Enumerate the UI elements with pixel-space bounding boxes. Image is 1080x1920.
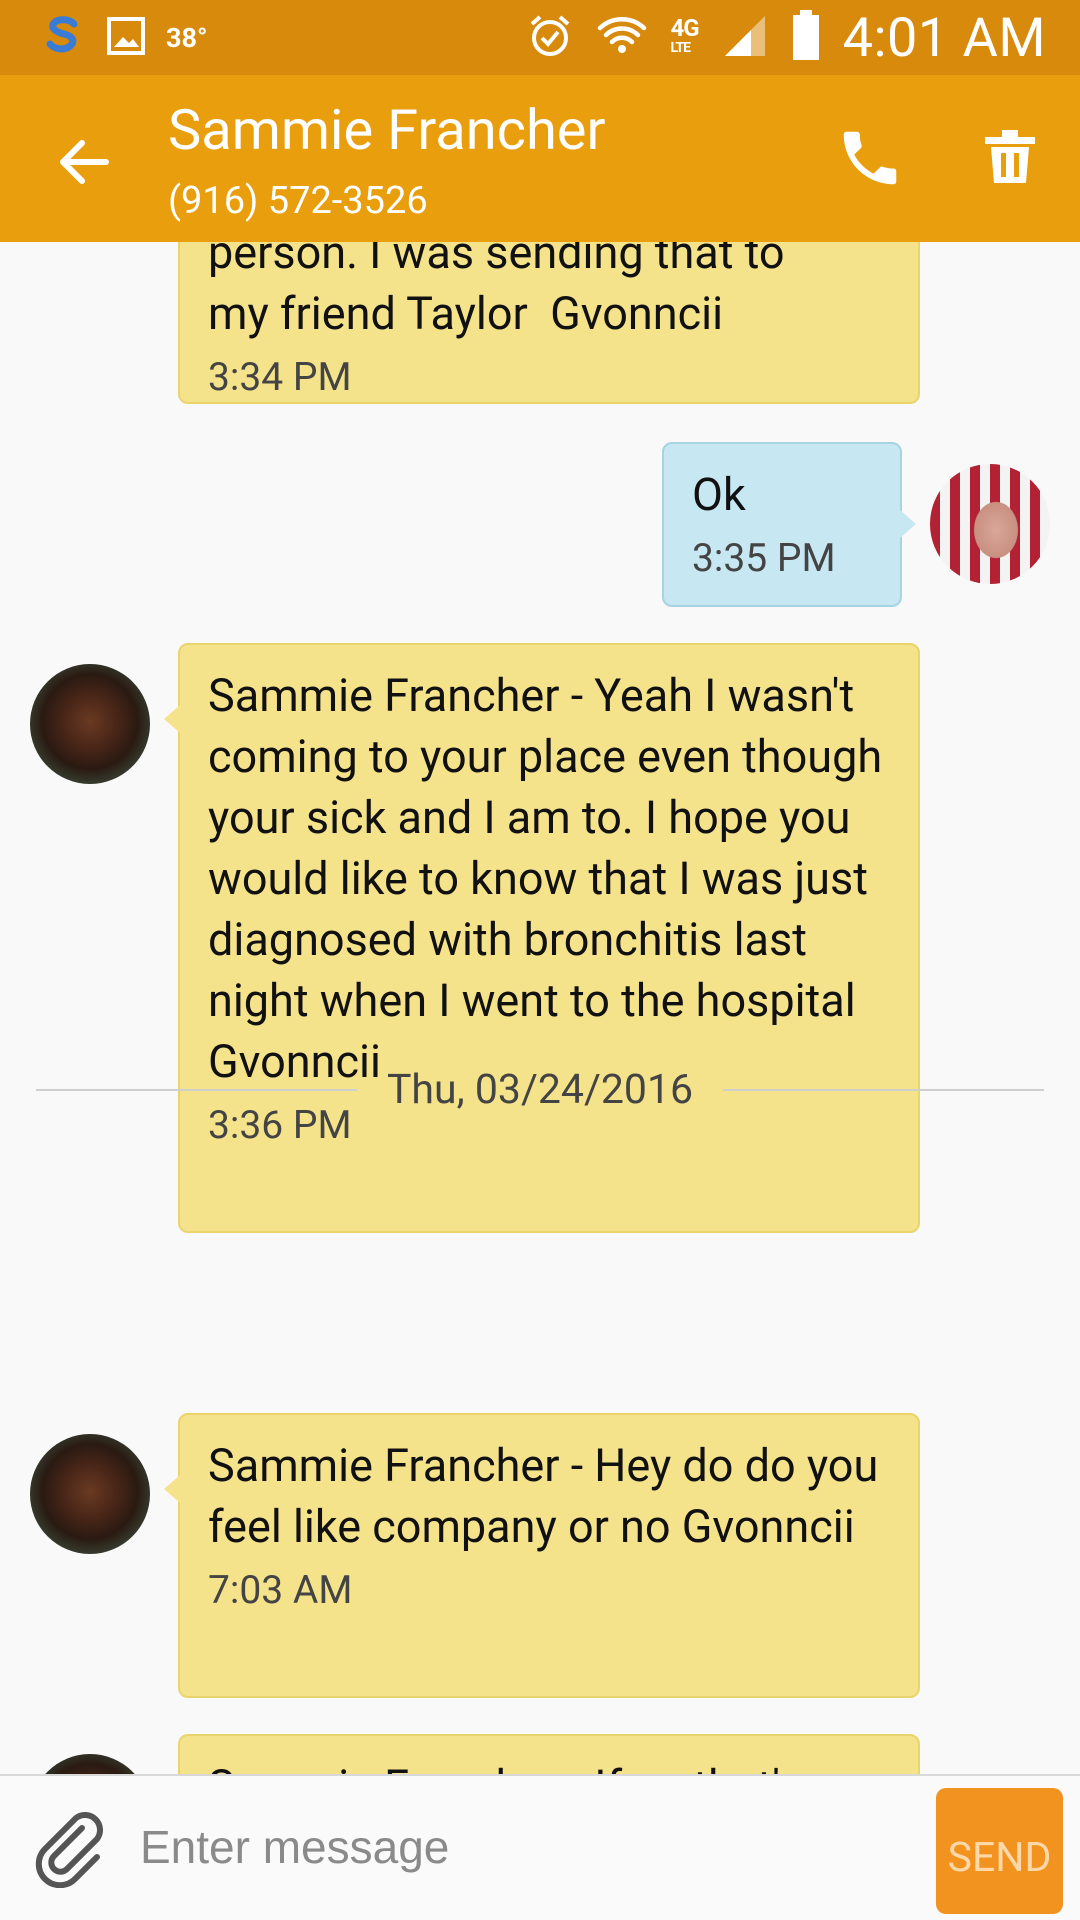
- message-text: person. I was sending that to my friend …: [208, 242, 785, 340]
- trash-icon[interactable]: [975, 123, 1045, 193]
- avatar-contact[interactable]: [30, 1754, 150, 1774]
- avatar-contact[interactable]: [30, 664, 150, 784]
- paperclip-icon[interactable]: [30, 1806, 112, 1889]
- message-list[interactable]: person. I was sending that to my friend …: [0, 242, 1080, 1774]
- contact-name: Sammie Francher: [168, 97, 606, 163]
- clock: 4:01 AM: [842, 6, 1046, 70]
- avatar-self[interactable]: [930, 464, 1050, 584]
- bubble-tail: [164, 705, 180, 733]
- message-text: Sammie Francher - Yeah I wasn't coming t…: [208, 669, 894, 1088]
- message-bubble-incoming[interactable]: Sammie Francher - Hey do do you feel lik…: [164, 1413, 920, 1698]
- bubble-tail: [900, 510, 916, 538]
- message-bubble-outgoing[interactable]: Ok 3:35 PM: [662, 442, 916, 607]
- phone-icon[interactable]: [835, 123, 905, 193]
- message-bubble-incoming[interactable]: Sammie Francher - Yeah I wasn't coming t…: [164, 643, 920, 1233]
- bubble-tail: [164, 1475, 180, 1503]
- status-bar: 38° 4G LTE 4:01 AM: [0, 0, 1080, 75]
- message-text: Sammie Francher - If so that's: [208, 1756, 890, 1774]
- divider: [723, 1089, 1044, 1091]
- wifi-icon: [596, 12, 648, 64]
- back-arrow-icon[interactable]: [50, 127, 120, 197]
- date-label: Thu, 03/24/2016: [386, 1066, 694, 1114]
- battery-icon: [791, 10, 821, 66]
- message-text: Sammie Francher - Hey do do you feel lik…: [208, 1439, 890, 1553]
- message-time: 3:35 PM: [692, 535, 836, 581]
- gallery-icon: [106, 16, 146, 60]
- message-bubble-incoming[interactable]: person. I was sending that to my friend …: [178, 242, 920, 404]
- message-text: Ok: [692, 468, 746, 521]
- date-separator: Thu, 03/24/2016: [36, 1060, 1044, 1120]
- s-app-icon: [38, 14, 86, 62]
- message-bubble-incoming[interactable]: Sammie Francher - If so that's: [178, 1734, 920, 1774]
- message-input[interactable]: [138, 1806, 922, 1888]
- contact-phone: (916) 572-3526: [168, 179, 428, 223]
- alarm-icon: [526, 12, 574, 64]
- message-time: 3:34 PM: [208, 354, 352, 400]
- divider: [36, 1089, 357, 1091]
- temperature: 38°: [166, 22, 208, 54]
- message-time: 7:03 AM: [208, 1567, 353, 1613]
- message-composer: SEND: [0, 1774, 1080, 1920]
- signal-icon: [721, 12, 769, 64]
- conversation-header: Sammie Francher (916) 572-3526: [0, 75, 1080, 242]
- send-button[interactable]: SEND: [936, 1788, 1063, 1914]
- avatar-contact[interactable]: [30, 1434, 150, 1554]
- network-type: 4G LTE: [670, 14, 699, 56]
